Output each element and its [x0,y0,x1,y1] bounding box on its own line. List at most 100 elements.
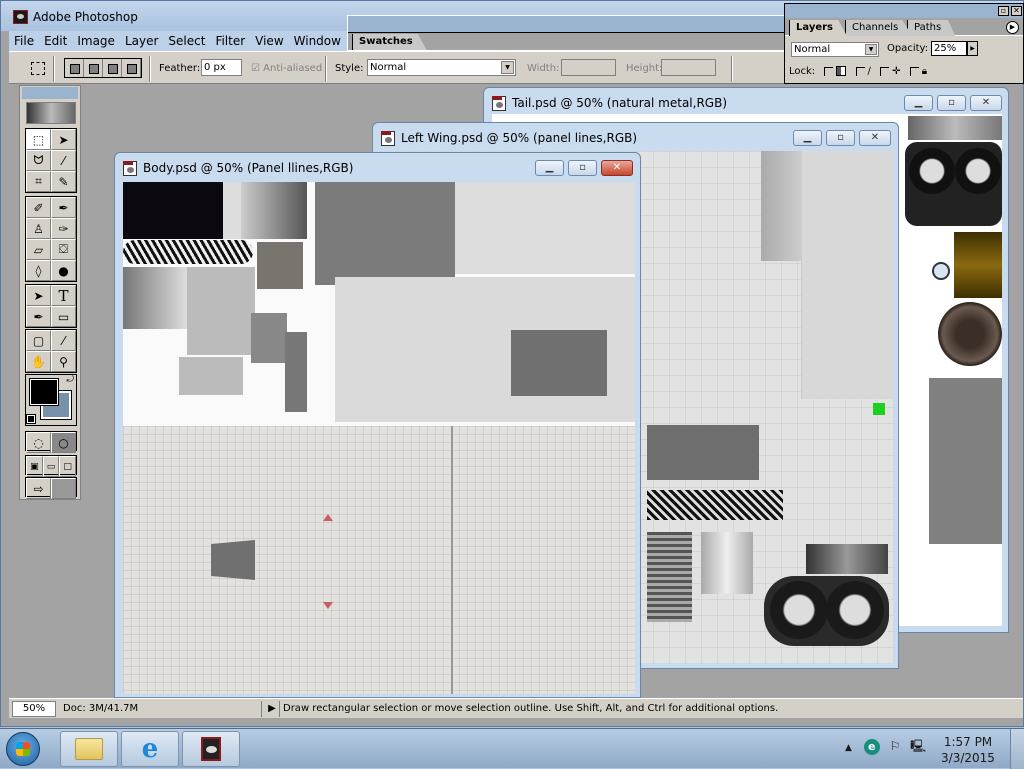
quick-mask-mode-button[interactable]: ○ [51,432,76,453]
tab-paths[interactable]: Paths [907,20,956,36]
menu-file[interactable]: File [9,31,39,51]
path-selection-tool[interactable]: ➤ [26,285,51,306]
lock-row: Lock: ∕ ✛ 🔒︎ [789,66,927,77]
lock-transparency-checkbox[interactable] [824,66,834,76]
blur-tool[interactable]: ◊ [26,260,51,281]
anti-aliased-checkbox[interactable]: ☑ Anti-aliased [251,63,322,74]
clone-stamp-tool[interactable]: ♙ [26,218,51,239]
lock-all-checkbox[interactable] [909,66,919,76]
menu-view[interactable]: View [250,31,288,51]
menu-filter[interactable]: Filter [210,31,250,51]
healing-brush-tool[interactable]: ✐ [26,197,51,218]
start-button[interactable] [6,732,40,766]
blend-mode-select[interactable]: Normal ▼ [791,42,879,57]
standard-screen-mode-button[interactable]: ▣ [26,456,43,477]
close-button[interactable]: ✕ [859,130,891,146]
zoom-tool[interactable]: ⚲ [51,351,76,372]
tab-layers[interactable]: Layers [789,20,847,36]
type-tool[interactable]: T [51,285,76,306]
show-hidden-icons-button[interactable]: ▲ [845,743,852,753]
lock-icon: 🔒︎ [921,66,928,77]
menu-select[interactable]: Select [163,31,210,51]
jump-to-imageready-button[interactable]: ⇨ [26,478,51,499]
panel-menu-button[interactable]: ▶ [1006,21,1019,34]
layers-panel-titlebar[interactable]: ▫ ✕ [785,4,1023,18]
toolbox-titlebar[interactable] [22,87,78,99]
swap-colors-icon[interactable]: ⤾ [67,375,75,385]
cockpit-panel-texture [123,182,223,239]
clock[interactable]: 1:57 PM 3/3/2015 [938,734,998,766]
style-select[interactable]: Normal ▼ [367,59,516,76]
minimize-panel-button[interactable]: ▫ [998,6,1009,16]
history-brush-tool[interactable]: ✑ [51,218,76,239]
maximize-button[interactable]: ▫ [937,95,966,111]
full-screen-menu-mode-button[interactable]: ▭ [42,456,60,477]
selection-mode-group [64,58,142,78]
feather-input[interactable]: 0 px [201,59,242,76]
color-swatches: ⤾ [25,374,77,426]
lock-image-checkbox[interactable] [855,66,865,76]
opacity-input[interactable]: 25% [931,41,967,56]
close-panel-button[interactable]: ✕ [1011,6,1022,16]
aileron-panel [801,151,893,399]
eraser-tool[interactable]: ▱ [26,239,51,260]
green-marker [873,403,885,415]
slice-tool[interactable]: ✎ [51,171,76,192]
maximize-button[interactable]: ▫ [826,130,855,146]
taskbar-adobe-photoshop[interactable] [182,731,240,767]
standard-mode-button[interactable]: ◌ [26,432,51,453]
lock-position-checkbox[interactable] [880,66,890,76]
lasso-tool[interactable]: ᗢ [26,150,51,171]
close-button[interactable]: ✕ [601,160,633,176]
arrow-marker [323,602,333,609]
default-colors-icon[interactable] [26,414,36,424]
minimize-button[interactable]: ▁ [793,130,822,146]
rectangular-marquee-preset-icon[interactable] [31,62,45,75]
width-input[interactable] [561,59,616,76]
crop-tool[interactable]: ⌗ [26,171,51,192]
menu-layer[interactable]: Layer [120,31,163,51]
height-input[interactable] [661,59,716,76]
tab-swatches[interactable]: Swatches [352,34,427,50]
network-icon[interactable]: 🖳︎ [910,739,926,753]
status-menu-arrow[interactable]: ▶ [265,701,279,717]
paint-bucket-tool[interactable]: ⛋ [51,239,76,260]
metal-panel [701,532,753,594]
photoshop-eye-logo[interactable] [26,102,76,124]
rectangle-tool[interactable]: ▭ [51,306,76,327]
rectangular-marquee-tool[interactable]: ⬚ [26,129,51,150]
show-desktop-button[interactable] [1010,729,1024,769]
close-button[interactable]: ✕ [970,95,1002,111]
minimize-button[interactable]: ▁ [904,95,933,111]
maximize-button[interactable]: ▫ [568,160,597,176]
document-canvas[interactable] [123,182,635,694]
action-center-flag-icon[interactable]: ⚐ [890,739,901,753]
taskbar-windows-explorer[interactable] [60,731,118,767]
eset-antivirus-icon[interactable]: e [863,739,880,755]
hand-tool[interactable]: ✋ [26,351,51,372]
full-screen-mode-button[interactable]: □ [59,456,76,477]
imageready-icon[interactable] [51,478,76,499]
minimize-button[interactable]: ▁ [535,160,564,176]
pen-tool[interactable]: ✒ [26,306,51,327]
subtract-from-selection-button[interactable] [103,59,122,77]
menu-window[interactable]: Window [289,31,346,51]
notes-tool[interactable]: ▢ [26,330,51,351]
foreground-color[interactable] [29,378,59,406]
magic-wand-tool[interactable]: ⁄ [51,150,76,171]
new-selection-button[interactable] [65,59,84,77]
menu-image[interactable]: Image [72,31,120,51]
taskbar-internet-explorer[interactable]: e [121,731,179,767]
brush-tool[interactable]: ✒ [51,197,76,218]
intersect-selection-button[interactable] [122,59,141,77]
opacity-slider-button[interactable]: ▶ [967,41,978,56]
eyedropper-tool[interactable]: ⁄ [51,330,76,351]
zoom-level-input[interactable]: 50% [12,701,56,717]
move-tool[interactable]: ➤ [51,129,76,150]
add-to-selection-button[interactable] [84,59,103,77]
panel-area [455,182,635,274]
dodge-tool[interactable]: ● [51,260,76,281]
gear-strip [647,532,692,622]
menu-edit[interactable]: Edit [39,31,72,51]
tab-channels[interactable]: Channels [845,20,913,36]
